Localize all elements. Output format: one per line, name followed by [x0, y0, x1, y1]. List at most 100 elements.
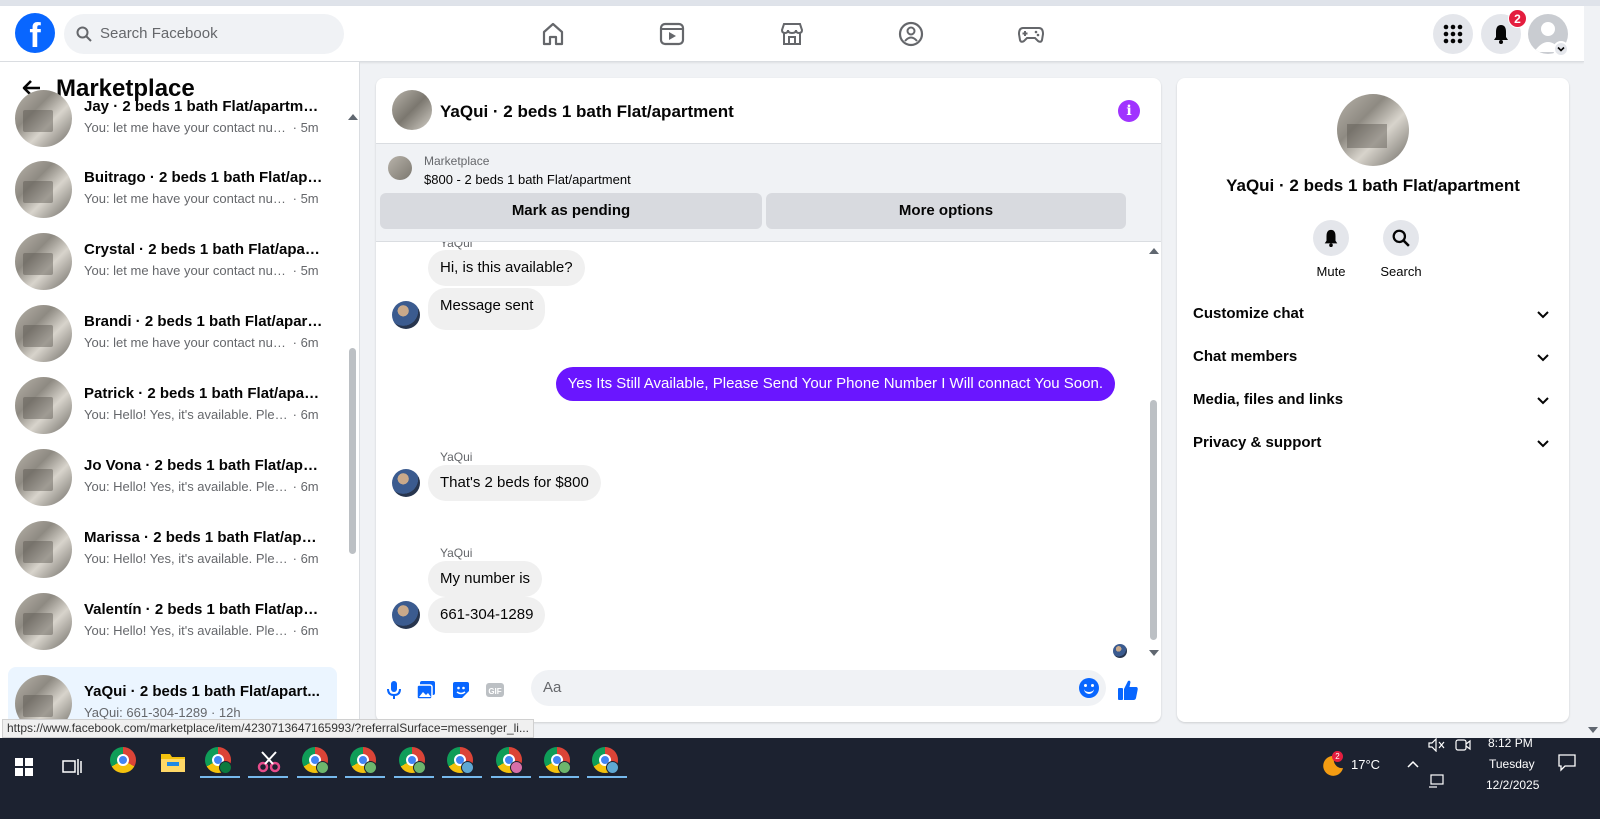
seen-receipt-avatar: [1113, 644, 1127, 658]
gif-icon[interactable]: GIF: [485, 680, 505, 700]
conversation-preview: You: Hello! Yes, it's available. Pleas..…: [84, 623, 319, 638]
sender-avatar[interactable]: [392, 601, 420, 629]
windows-start-icon[interactable]: [15, 758, 33, 776]
weather-temperature[interactable]: 17°C: [1351, 757, 1380, 772]
chat-members-section[interactable]: Chat members: [1193, 337, 1553, 377]
listing-avatar: [15, 593, 72, 650]
customize-chat-section[interactable]: Customize chat: [1193, 294, 1553, 334]
conversation-preview: You: let me have your contact num... · 5…: [84, 120, 319, 135]
conversation-name: Crystal · 2 beds 1 bath Flat/apart...: [84, 241, 324, 258]
chrome-taskbar-icon[interactable]: [110, 747, 140, 777]
chrome-profile-taskbar-icon[interactable]: [496, 747, 526, 777]
conversation-name: Buitrago · 2 beds 1 bath Flat/apa...: [84, 169, 324, 186]
clock-day[interactable]: Tuesday: [1489, 757, 1535, 771]
sender-avatar[interactable]: [392, 469, 420, 497]
groups-icon[interactable]: [897, 20, 925, 48]
taskbar-active-indicator: [394, 776, 434, 778]
listing-avatar: [15, 233, 72, 290]
search-in-conversation-button[interactable]: [1383, 220, 1419, 256]
sidebar-scrollbar-thumb[interactable]: [349, 348, 356, 554]
conversation-item[interactable]: Buitrago · 2 beds 1 bath Flat/apa... You…: [8, 153, 337, 225]
chrome-profile-taskbar-icon[interactable]: [205, 747, 235, 777]
photo-icon[interactable]: [416, 680, 436, 700]
chevron-down-icon: [1537, 311, 1549, 319]
page-scrollbar[interactable]: [1584, 6, 1600, 738]
my-message-bubble[interactable]: Yes Its Still Available, Please Send You…: [555, 367, 1115, 401]
microphone-icon[interactable]: [384, 680, 404, 700]
message-thread: YaQui Hi, is this available? Message sen…: [376, 242, 1161, 662]
menu-button[interactable]: [1433, 14, 1473, 54]
facebook-logo-icon[interactable]: f: [15, 13, 55, 53]
thread-scrollbar-thumb[interactable]: [1150, 400, 1157, 640]
volume-muted-icon[interactable]: [1428, 738, 1446, 752]
chrome-profile-taskbar-icon[interactable]: [399, 747, 429, 777]
account-chevron-down-icon[interactable]: [1553, 41, 1569, 57]
chrome-profile-taskbar-icon[interactable]: [592, 747, 622, 777]
listing-source: Marketplace: [424, 154, 490, 168]
chat-avatar[interactable]: [392, 90, 432, 130]
sender-name: YaQui: [440, 242, 473, 250]
conversation-name: Jay · 2 beds 1 bath Flat/apartment: [84, 98, 324, 115]
privacy-support-section[interactable]: Privacy & support: [1193, 423, 1553, 463]
message-bubble[interactable]: 661-304-1289: [428, 597, 546, 633]
snipping-tool-icon[interactable]: [254, 747, 284, 777]
chrome-profile-taskbar-icon[interactable]: [447, 747, 477, 777]
taskbar-active-indicator: [248, 776, 288, 778]
sticker-icon[interactable]: [451, 680, 471, 700]
conversation-preview: YaQui: 661-304-1289 · 12h: [84, 705, 241, 720]
message-bubble[interactable]: Message sent: [428, 288, 546, 330]
more-options-button[interactable]: More options: [766, 193, 1126, 229]
taskbar-active-indicator: [491, 776, 531, 778]
bell-icon: [1324, 229, 1338, 247]
search-input[interactable]: Search Facebook: [64, 14, 344, 54]
conversation-item[interactable]: Jay · 2 beds 1 bath Flat/apartment You: …: [8, 82, 337, 154]
chrome-profile-taskbar-icon[interactable]: [350, 747, 380, 777]
scroll-down-arrow-icon[interactable]: [1149, 650, 1159, 656]
conversation-preview: You: Hello! Yes, it's available. Pleas..…: [84, 407, 319, 422]
scroll-up-arrow-icon[interactable]: [1149, 248, 1159, 254]
message-input[interactable]: Aa: [531, 670, 1106, 706]
scroll-up-arrow-icon[interactable]: [348, 114, 358, 120]
taskbar-active-indicator: [345, 776, 385, 778]
chevron-up-icon[interactable]: [1406, 759, 1420, 769]
conversation-item[interactable]: Marissa · 2 beds 1 bath Flat/apar... You…: [8, 513, 337, 585]
conversation-item[interactable]: Brandi · 2 beds 1 bath Flat/apart... You…: [8, 297, 337, 369]
chrome-profile-taskbar-icon[interactable]: [544, 747, 574, 777]
media-files-links-section[interactable]: Media, files and links: [1193, 380, 1553, 420]
profile-avatar[interactable]: [1337, 94, 1409, 166]
marketplace-conversation-list: Marketplace Jay · 2 beds 1 bath Flat/apa…: [0, 62, 360, 738]
sender-avatar[interactable]: [392, 301, 420, 329]
task-view-icon[interactable]: [62, 758, 82, 776]
info-icon[interactable]: i: [1118, 100, 1140, 122]
message-bubble[interactable]: That's 2 beds for $800: [428, 465, 601, 501]
mark-as-pending-button[interactable]: Mark as pending: [380, 193, 762, 229]
conversation-item[interactable]: Valentín · 2 beds 1 bath Flat/apa... You…: [8, 585, 337, 657]
conversation-item[interactable]: Jo Vona · 2 beds 1 bath Flat/apar... You…: [8, 441, 337, 513]
message-bubble[interactable]: Hi, is this available?: [428, 250, 585, 286]
thumbs-up-icon[interactable]: [1116, 678, 1140, 702]
chat-panel: YaQui · 2 beds 1 bath Flat/apartment i M…: [376, 78, 1161, 722]
chevron-down-icon: [1537, 440, 1549, 448]
mute-button[interactable]: [1313, 220, 1349, 256]
emoji-icon[interactable]: [1079, 678, 1099, 698]
listing-avatar: [15, 90, 72, 147]
listing-thumbnail[interactable]: [388, 156, 412, 180]
notification-center-icon[interactable]: [1557, 752, 1577, 772]
meet-now-icon[interactable]: [1455, 738, 1471, 752]
network-icon[interactable]: [1428, 774, 1444, 788]
conversation-item[interactable]: Patrick · 2 beds 1 bath Flat/apart... Yo…: [8, 369, 337, 441]
scroll-down-arrow-icon[interactable]: [1588, 727, 1598, 733]
chrome-profile-taskbar-icon[interactable]: [302, 747, 332, 777]
listing-price[interactable]: $800 - 2 beds 1 bath Flat/apartment: [424, 172, 631, 187]
chat-title[interactable]: YaQui · 2 beds 1 bath Flat/apartment: [440, 102, 734, 122]
marketplace-icon[interactable]: [778, 20, 806, 48]
file-explorer-icon[interactable]: [158, 747, 188, 777]
clock-date[interactable]: 12/2/2025: [1486, 778, 1539, 792]
video-icon[interactable]: [658, 20, 686, 48]
clock-time[interactable]: 8:12 PM: [1488, 736, 1533, 750]
taskbar-active-indicator: [442, 776, 482, 778]
conversation-item[interactable]: Crystal · 2 beds 1 bath Flat/apart... Yo…: [8, 225, 337, 297]
home-icon[interactable]: [539, 20, 567, 48]
message-bubble[interactable]: My number is: [428, 561, 543, 597]
gaming-icon[interactable]: [1017, 20, 1045, 48]
